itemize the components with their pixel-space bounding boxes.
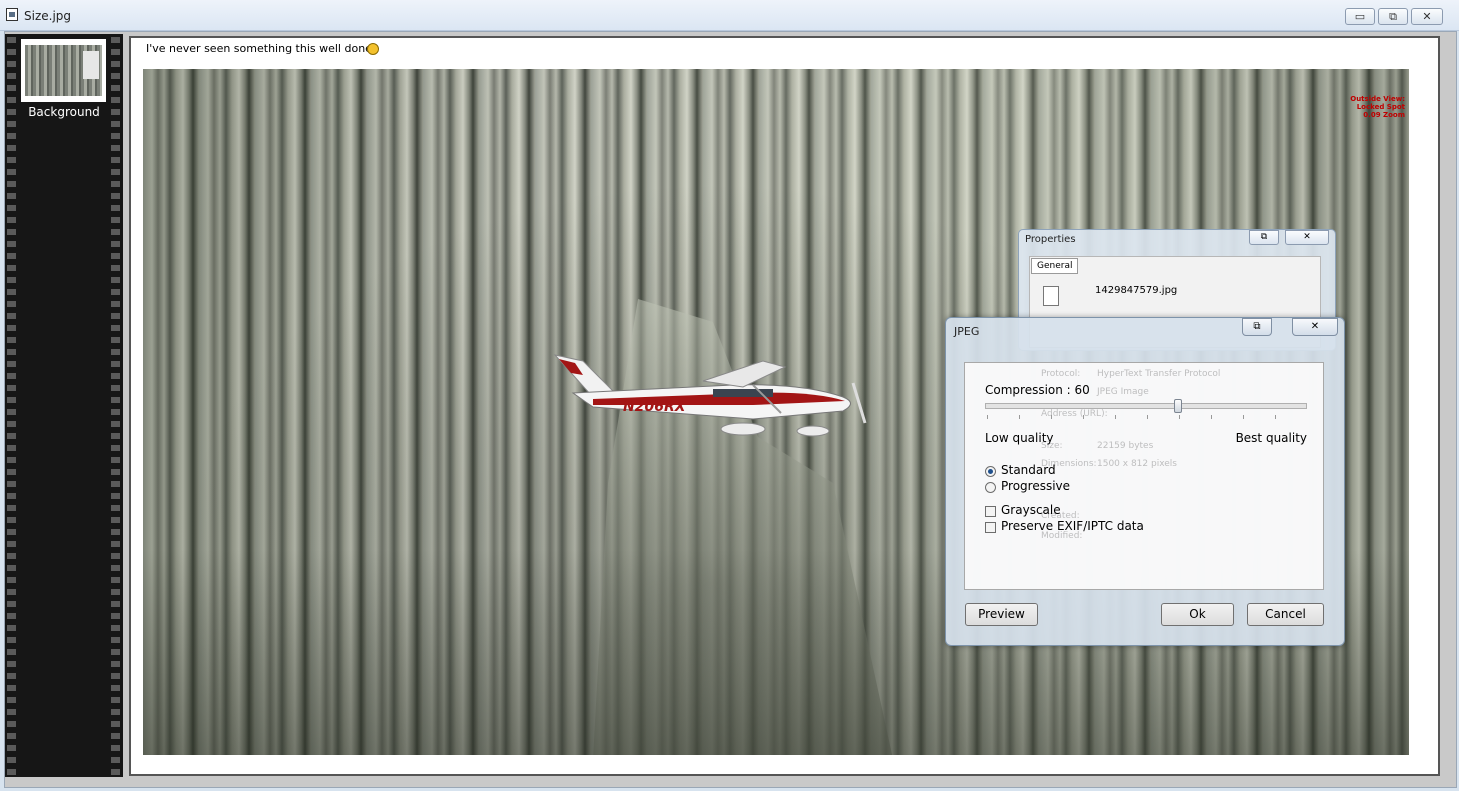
hud-line: 0.09 Zoom — [1363, 111, 1405, 119]
layer-thumbnail[interactable] — [21, 39, 106, 102]
standard-radio[interactable] — [985, 466, 996, 477]
low-quality-label: Low quality — [985, 431, 1054, 445]
ghost-row: 1500 x 812 pixels — [1097, 459, 1177, 469]
plane-wing — [702, 360, 787, 388]
window-titlebar[interactable]: Size.jpg ▭ ⧉ ✕ — [0, 0, 1459, 31]
grayscale-checkbox[interactable] — [985, 506, 996, 517]
jpeg-restore-button[interactable]: ⧉ — [1242, 318, 1272, 336]
progressive-label[interactable]: Progressive — [1001, 479, 1070, 493]
window-title: Size.jpg — [24, 9, 72, 23]
properties-file-name: 1429847579.jpg — [1095, 285, 1178, 296]
properties-restore-button[interactable]: ⧉ — [1249, 230, 1279, 245]
compression-label: Compression : 60 — [985, 383, 1090, 397]
sim-hud-overlay: Outside View: Locked Spot 0.09 Zoom — [1350, 95, 1405, 119]
compression-slider-ticks — [987, 415, 1305, 419]
progressive-radio[interactable] — [985, 482, 996, 493]
plane-propeller — [851, 382, 867, 424]
tab-general[interactable]: General — [1031, 258, 1079, 274]
standard-label[interactable]: Standard — [1001, 463, 1056, 477]
layer-thumbnail-image — [25, 45, 102, 96]
plane-wheel-fairing — [796, 425, 830, 437]
grayscale-label[interactable]: Grayscale — [1001, 503, 1061, 517]
properties-title: Properties — [1025, 234, 1076, 245]
layer-filmstrip: Background — [5, 34, 123, 777]
cancel-button[interactable]: Cancel — [1247, 603, 1324, 626]
image-file-icon — [6, 8, 18, 21]
minimize-button[interactable]: ▭ — [1345, 8, 1375, 25]
layer-label[interactable]: Background — [19, 105, 109, 119]
maximize-button[interactable]: ⧉ — [1378, 8, 1408, 25]
preview-button[interactable]: Preview — [965, 603, 1038, 626]
compression-slider[interactable] — [985, 399, 1307, 413]
ghost-row: 22159 bytes — [1097, 441, 1154, 451]
preserve-exif-label[interactable]: Preserve EXIF/IPTC data — [1001, 519, 1144, 533]
plane-wheel-fairing — [720, 422, 766, 436]
properties-close-button[interactable]: ✕ — [1285, 230, 1329, 245]
plane-registration: N206RX — [623, 399, 687, 415]
jpeg-options-dialog[interactable]: JPEG ⧉ ✕ Protocol: HyperText Transfer Pr… — [945, 317, 1345, 646]
film-perforations-left — [7, 34, 16, 777]
jpeg-options-panel: Protocol: HyperText Transfer Protocol JP… — [964, 362, 1324, 590]
hud-line: Outside View: — [1350, 95, 1405, 103]
best-quality-label: Best quality — [1235, 431, 1307, 445]
preserve-exif-checkbox[interactable] — [985, 522, 996, 533]
compression-slider-thumb[interactable] — [1174, 399, 1182, 413]
hud-line: Locked Spot — [1356, 103, 1405, 111]
film-perforations-right — [111, 34, 120, 777]
smiley-emoji-icon — [367, 43, 379, 55]
jpeg-close-button[interactable]: ✕ — [1292, 318, 1338, 336]
jpeg-dialog-title: JPEG — [954, 325, 980, 338]
ghost-row: JPEG Image — [1097, 387, 1149, 397]
airplane-image: N206RX — [553, 354, 867, 437]
close-button[interactable]: ✕ — [1411, 8, 1443, 25]
file-icon — [1043, 286, 1059, 306]
ok-button[interactable]: Ok — [1161, 603, 1234, 626]
ghost-row: HyperText Transfer Protocol — [1097, 369, 1221, 379]
image-caption: I've never seen something this well done… — [146, 42, 377, 55]
ghost-row: Protocol: — [1041, 369, 1081, 379]
